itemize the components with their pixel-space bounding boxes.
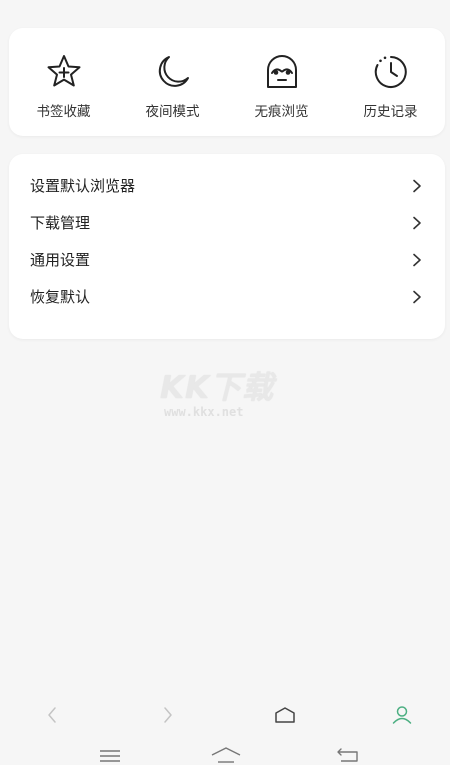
system-menu-button[interactable]	[93, 744, 127, 765]
menu-icon	[100, 750, 120, 762]
incognito-button[interactable]: 无痕浏览	[237, 44, 327, 120]
watermark: KK下载 www.kkx.net	[160, 362, 300, 422]
menu-item-downloads[interactable]: 下载管理	[9, 204, 445, 241]
ghost-icon	[260, 50, 304, 94]
return-icon	[337, 748, 358, 762]
chevron-right-icon	[164, 707, 172, 723]
home-button[interactable]	[270, 700, 300, 730]
history-button[interactable]: 历史记录	[346, 44, 436, 120]
watermark-brand: KK下载	[160, 370, 275, 406]
watermark-url: www.kkx.net	[164, 405, 244, 419]
menu-item-label: 恢复默认	[30, 288, 91, 306]
quick-actions-card: 书签收藏 夜间模式 无痕浏览 历史记录	[9, 28, 445, 136]
clock-history-icon	[369, 50, 413, 94]
night-mode-label: 夜间模式	[145, 104, 200, 120]
night-mode-button[interactable]: 夜间模式	[128, 44, 218, 120]
chevron-left-icon	[48, 707, 56, 723]
bookmarks-label: 书签收藏	[36, 104, 91, 120]
menu-item-label: 通用设置	[30, 251, 91, 269]
user-icon	[392, 706, 412, 724]
menu-item-label: 下载管理	[30, 214, 91, 232]
incognito-label: 无痕浏览	[254, 104, 309, 120]
system-nav-bar	[0, 742, 450, 765]
menu-item-label: 设置默认浏览器	[30, 177, 136, 195]
forward-button[interactable]	[153, 700, 183, 730]
chevron-right-icon	[411, 179, 423, 193]
menu-item-restore-defaults[interactable]: 恢复默认	[9, 278, 445, 315]
history-label: 历史记录	[363, 104, 418, 120]
back-button[interactable]	[37, 700, 67, 730]
menu-item-general-settings[interactable]: 通用设置	[9, 241, 445, 278]
chevron-right-icon	[411, 216, 423, 230]
home-icon	[275, 707, 295, 723]
system-home-button[interactable]	[209, 744, 243, 765]
moon-icon	[151, 50, 195, 94]
settings-menu-card: 设置默认浏览器 下载管理 通用设置 恢复默认	[9, 154, 445, 339]
star-plus-icon	[42, 50, 86, 94]
chevron-right-icon	[411, 290, 423, 304]
bookmarks-button[interactable]: 书签收藏	[19, 44, 109, 120]
system-back-button[interactable]	[331, 744, 365, 765]
menu-item-default-browser[interactable]: 设置默认浏览器	[9, 167, 445, 204]
chevron-right-icon	[411, 253, 423, 267]
browser-bottom-nav	[0, 696, 450, 734]
home-outline-icon	[211, 747, 241, 763]
profile-button[interactable]	[387, 700, 417, 730]
